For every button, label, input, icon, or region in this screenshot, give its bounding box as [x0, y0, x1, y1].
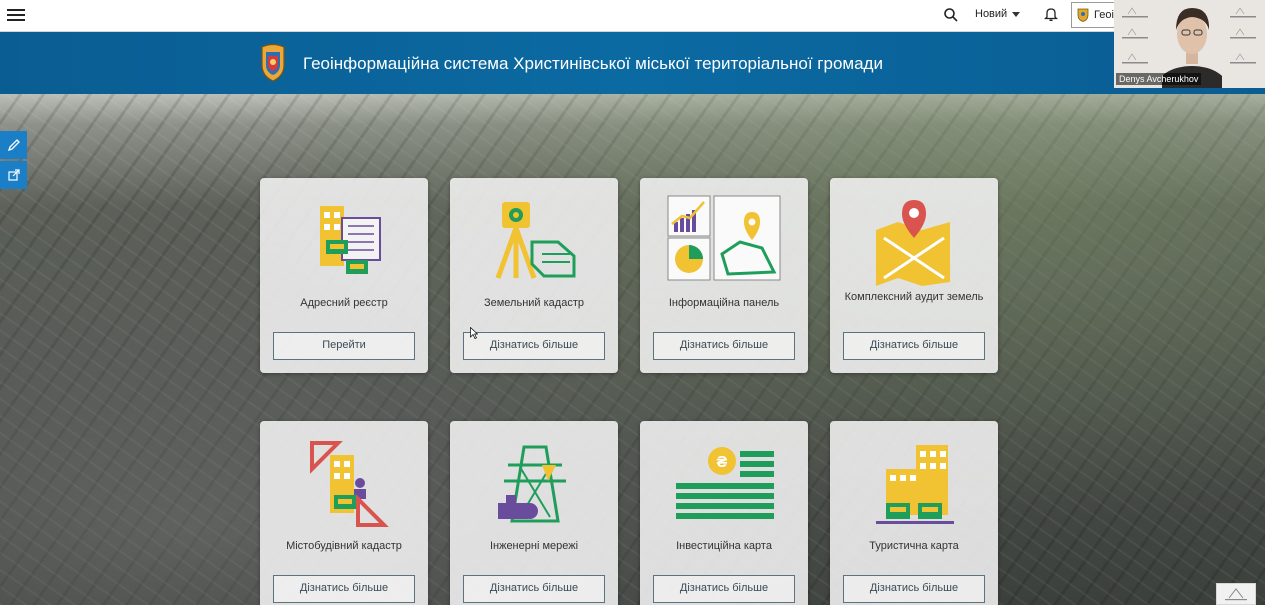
card-title: Інвестиційна карта: [676, 540, 772, 552]
address-registry-icon: [320, 206, 381, 274]
learn-more-button[interactable]: Дізнатись більше: [273, 575, 415, 603]
info-panel-icon: [667, 195, 781, 281]
chevron-down-icon[interactable]: [1012, 12, 1020, 17]
engineering-networks-icon: [498, 445, 566, 523]
investment-map-icon: ₴: [676, 447, 774, 519]
page-title: Геоінформаційна система Христинівської м…: [303, 54, 883, 73]
participant-name: Denys Avcherukhov: [1116, 73, 1202, 85]
edit-button[interactable]: [0, 131, 27, 159]
mouse-cursor-icon: [470, 327, 478, 339]
card-title: Адресний реєстр: [300, 297, 388, 309]
share-icon: [7, 169, 20, 181]
card-address-registry: Адресний реєстр Перейти: [260, 178, 428, 373]
share-button[interactable]: [0, 161, 27, 189]
top-bar: Новий Геоі: [0, 0, 1265, 32]
tourist-map-icon: [876, 445, 954, 524]
new-dropdown[interactable]: Новий: [975, 8, 1007, 20]
card-engineering-networks: Інженерні мережі Дізнатись більше: [450, 421, 618, 605]
crest-icon: [1077, 8, 1089, 22]
search-icon[interactable]: [943, 7, 959, 23]
land-cadastre-icon: [495, 202, 576, 279]
card-urban-cadastre: Містобудівний кадастр Дізнатись більше: [260, 421, 428, 605]
card-title: Містобудівний кадастр: [286, 540, 402, 552]
learn-more-button[interactable]: Дізнатись більше: [843, 575, 985, 603]
card-title: Інформаційна панель: [668, 297, 780, 309]
card-title: Інженерні мережі: [489, 540, 579, 552]
learn-more-button[interactable]: Дізнатись більше: [653, 332, 795, 360]
bell-icon[interactable]: [1044, 6, 1058, 22]
learn-more-button[interactable]: Дізнатись більше: [653, 575, 795, 603]
header-banner: Геоінформаційна система Христинівської м…: [0, 32, 1265, 94]
land-audit-icon: [876, 200, 950, 286]
card-land-cadastre: Земельний кадастр Дізнатись більше: [450, 178, 618, 373]
user-label: Геоі: [1094, 9, 1114, 21]
coat-of-arms-icon: [261, 43, 285, 82]
corner-logo: [1216, 583, 1256, 605]
side-toolbar: [0, 131, 27, 189]
learn-more-button[interactable]: Дізнатись більше: [463, 332, 605, 360]
card-investment-map: ₴ Інвестиційна карта Дізнатись більше: [640, 421, 808, 605]
webcam-overlay: Denys Avcherukhov: [1114, 0, 1265, 88]
go-button[interactable]: Перейти: [273, 332, 415, 360]
card-title: Туристична карта: [869, 540, 959, 552]
aerial-city-background: [0, 94, 1265, 605]
logo-icon: [1225, 588, 1247, 601]
pencil-icon: [7, 139, 20, 152]
card-tourist-map: Туристична карта Дізнатись більше: [830, 421, 998, 605]
learn-more-button[interactable]: Дізнатись більше: [843, 332, 985, 360]
card-title: Земельний кадастр: [483, 297, 584, 309]
card-title: Комплексний аудит земель: [844, 291, 984, 303]
urban-cadastre-icon: [310, 441, 389, 527]
learn-more-button[interactable]: Дізнатись більше: [463, 575, 605, 603]
svg-text:₴: ₴: [717, 454, 728, 471]
card-land-audit: Комплексний аудит земель Дізнатись більш…: [830, 178, 998, 373]
card-info-panel: Інформаційна панель Дізнатись більше: [640, 178, 808, 373]
hamburger-icon[interactable]: [7, 6, 25, 24]
